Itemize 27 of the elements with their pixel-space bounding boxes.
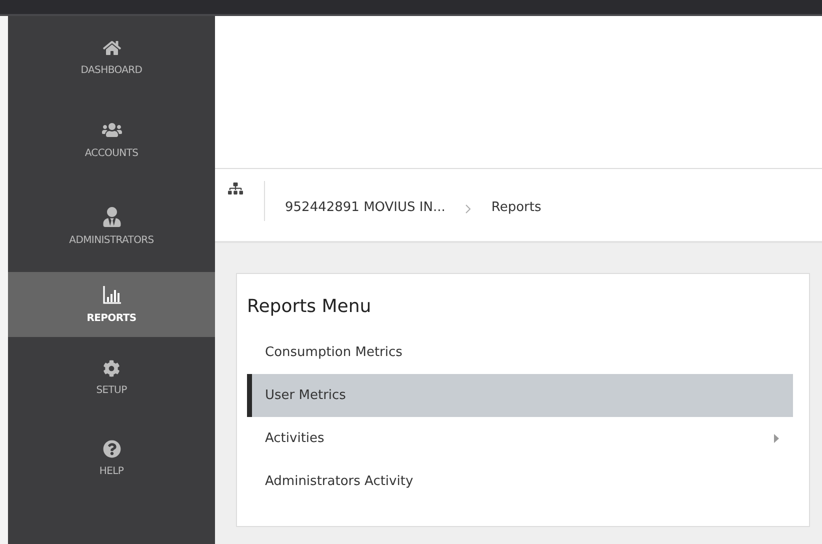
sitemap-icon [228, 181, 243, 196]
home-icon [102, 38, 120, 56]
menu-item[interactable]: User Metrics [247, 374, 793, 417]
settings-icon [103, 360, 120, 376]
nav-label: DASHBOARD [80, 64, 142, 76]
nav-label: ACCOUNTS [84, 148, 138, 158]
menu-item[interactable]: Administrators Activity [247, 460, 793, 503]
menu-item[interactable]: Consumption Metrics [247, 331, 793, 374]
card-title: Reports Menu [247, 296, 372, 317]
nav-label: ADMINISTRATORS [69, 234, 154, 246]
nav-item[interactable]: ACCOUNTS [8, 98, 215, 180]
user-icon [102, 206, 122, 226]
help-icon [102, 440, 120, 458]
caret-icon [774, 434, 779, 443]
nav-item[interactable]: ADMINISTRATORS [8, 180, 215, 272]
nav-label: REPORTS [86, 313, 136, 324]
chevron-icon [465, 204, 472, 214]
chart-icon [102, 285, 122, 305]
nav-item[interactable]: SETUP [8, 337, 215, 418]
nav-item[interactable]: HELP [8, 418, 215, 499]
nav-label: HELP [99, 466, 124, 477]
breadcrumb-link[interactable]: Reports [491, 200, 542, 215]
breadcrumb-link[interactable]: 952442891 MOVIUS IN... [285, 200, 446, 215]
menu-item[interactable]: Activities [247, 417, 793, 460]
nav-item[interactable]: DASHBOARD [8, 16, 215, 98]
nav-label: SETUP [96, 384, 127, 396]
nav-item[interactable]: REPORTS [8, 272, 215, 337]
